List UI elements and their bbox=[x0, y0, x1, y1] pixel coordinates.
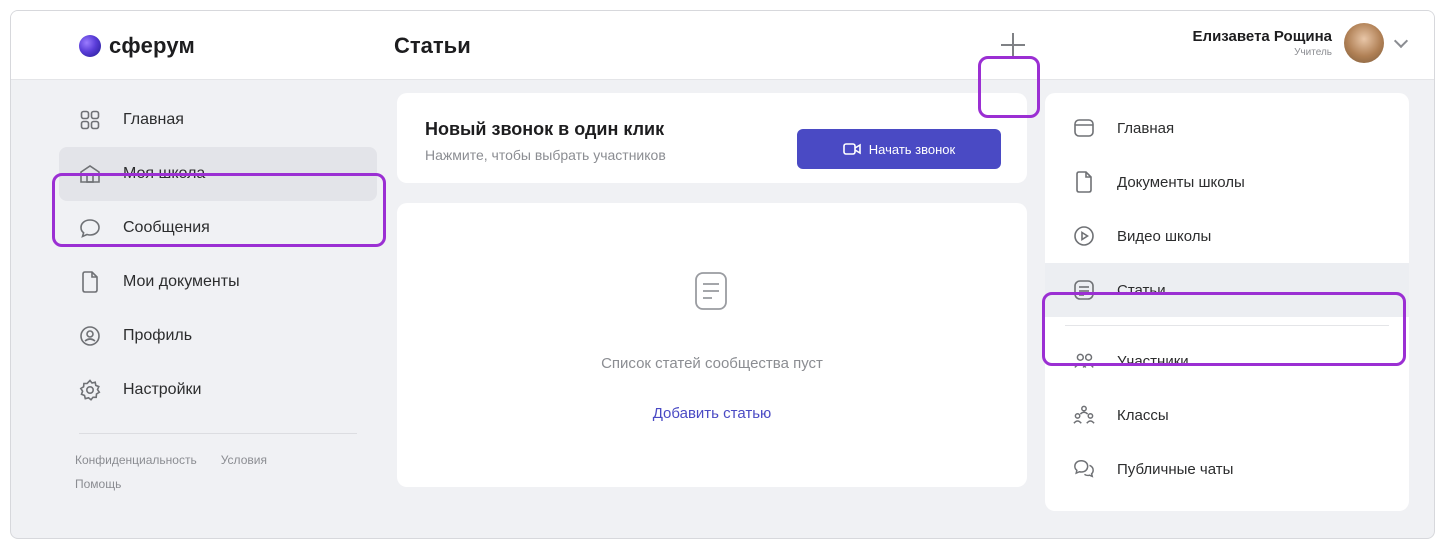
sidebar-item-settings[interactable]: Настройки bbox=[59, 363, 377, 417]
header: сферум Статьи Елизавета Рощина Учитель bbox=[11, 11, 1434, 80]
new-call-card: Новый звонок в один клик Нажмите, чтобы … bbox=[397, 93, 1027, 183]
sidebar-item-label: Мои документы bbox=[123, 273, 240, 290]
document-icon bbox=[1073, 171, 1095, 193]
empty-state-text: Список статей сообщества пуст bbox=[601, 355, 823, 372]
divider bbox=[1065, 325, 1389, 326]
message-icon bbox=[79, 217, 101, 239]
community-nav-label: Публичные чаты bbox=[1117, 460, 1234, 478]
chevron-down-icon[interactable] bbox=[1393, 33, 1409, 49]
grid-icon bbox=[79, 109, 101, 131]
sidebar-item-profile[interactable]: Профиль bbox=[59, 309, 377, 363]
community-nav-label: Участники bbox=[1117, 352, 1189, 370]
sidebar-item-label: Сообщения bbox=[123, 219, 210, 236]
privacy-link[interactable]: Конфиденциальность bbox=[75, 453, 197, 467]
app-window: сферум Статьи Елизавета Рощина Учитель Г… bbox=[10, 10, 1435, 539]
article-icon bbox=[695, 272, 727, 310]
community-nav-item-public-chats[interactable]: Публичные чаты bbox=[1045, 442, 1409, 496]
divider bbox=[79, 433, 357, 434]
logo-mark-icon bbox=[79, 35, 101, 57]
classes-icon bbox=[1073, 404, 1095, 426]
avatar[interactable] bbox=[1344, 23, 1384, 63]
chat-icon bbox=[1073, 458, 1095, 480]
video-camera-icon bbox=[842, 143, 861, 155]
community-nav-label: Главная bbox=[1117, 119, 1175, 137]
sidebar-item-label: Настройки bbox=[123, 381, 202, 398]
page-title: Статьи bbox=[394, 33, 471, 58]
call-title: Новый звонок в один клик bbox=[425, 119, 665, 139]
add-button[interactable] bbox=[999, 31, 1027, 59]
members-icon bbox=[1073, 350, 1095, 372]
start-call-button[interactable]: Начать звонок bbox=[797, 129, 1001, 169]
sidebar: Главная Моя школа Сообщения Мои документ… bbox=[59, 93, 377, 496]
community-nav-item-classes[interactable]: Классы bbox=[1045, 388, 1409, 442]
community-nav-item-documents[interactable]: Документы школы bbox=[1045, 155, 1409, 209]
community-nav-label: Статьи bbox=[1117, 281, 1166, 299]
call-subtitle[interactable]: Нажмите, чтобы выбрать участников bbox=[425, 147, 666, 163]
document-icon bbox=[79, 271, 101, 293]
video-icon bbox=[1073, 225, 1095, 247]
article-icon bbox=[1073, 279, 1095, 301]
community-nav: Главная Документы школы Видео школы Стат… bbox=[1045, 93, 1409, 511]
logo[interactable]: сферум bbox=[79, 33, 195, 59]
home-icon bbox=[1073, 117, 1095, 139]
articles-panel: Список статей сообщества пуст Добавить с… bbox=[397, 203, 1027, 487]
user-name: Елизавета Рощина bbox=[1192, 28, 1332, 45]
sidebar-item-label: Главная bbox=[123, 111, 184, 128]
add-article-link[interactable]: Добавить статью bbox=[397, 405, 1027, 422]
sidebar-item-label: Профиль bbox=[123, 327, 193, 344]
terms-link[interactable]: Условия bbox=[221, 453, 267, 467]
school-icon bbox=[79, 163, 101, 185]
community-nav-item-video[interactable]: Видео школы bbox=[1045, 209, 1409, 263]
sidebar-item-my-school[interactable]: Моя школа bbox=[59, 147, 377, 201]
community-nav-label: Видео школы bbox=[1117, 227, 1212, 245]
sidebar-item-home[interactable]: Главная bbox=[59, 93, 377, 147]
logo-text: сферум bbox=[109, 33, 195, 58]
user-menu[interactable]: Елизавета Рощина Учитель bbox=[1192, 23, 1409, 63]
profile-icon bbox=[79, 325, 101, 347]
community-nav-item-articles[interactable]: Статьи bbox=[1045, 263, 1409, 317]
sidebar-item-messages[interactable]: Сообщения bbox=[59, 201, 377, 255]
sidebar-item-label: Моя школа bbox=[123, 165, 206, 182]
sidebar-item-my-documents[interactable]: Мои документы bbox=[59, 255, 377, 309]
user-role: Учитель bbox=[1294, 47, 1332, 58]
start-call-label: Начать звонок bbox=[868, 141, 956, 157]
settings-icon bbox=[79, 379, 101, 401]
help-link[interactable]: Помощь bbox=[75, 477, 121, 491]
community-nav-label: Документы школы bbox=[1117, 173, 1245, 191]
community-nav-label: Классы bbox=[1117, 406, 1169, 424]
footer-links: Конфиденциальность Условия Помощь bbox=[59, 448, 377, 496]
community-nav-item-members[interactable]: Участники bbox=[1045, 334, 1409, 388]
community-nav-item-home[interactable]: Главная bbox=[1045, 101, 1409, 155]
